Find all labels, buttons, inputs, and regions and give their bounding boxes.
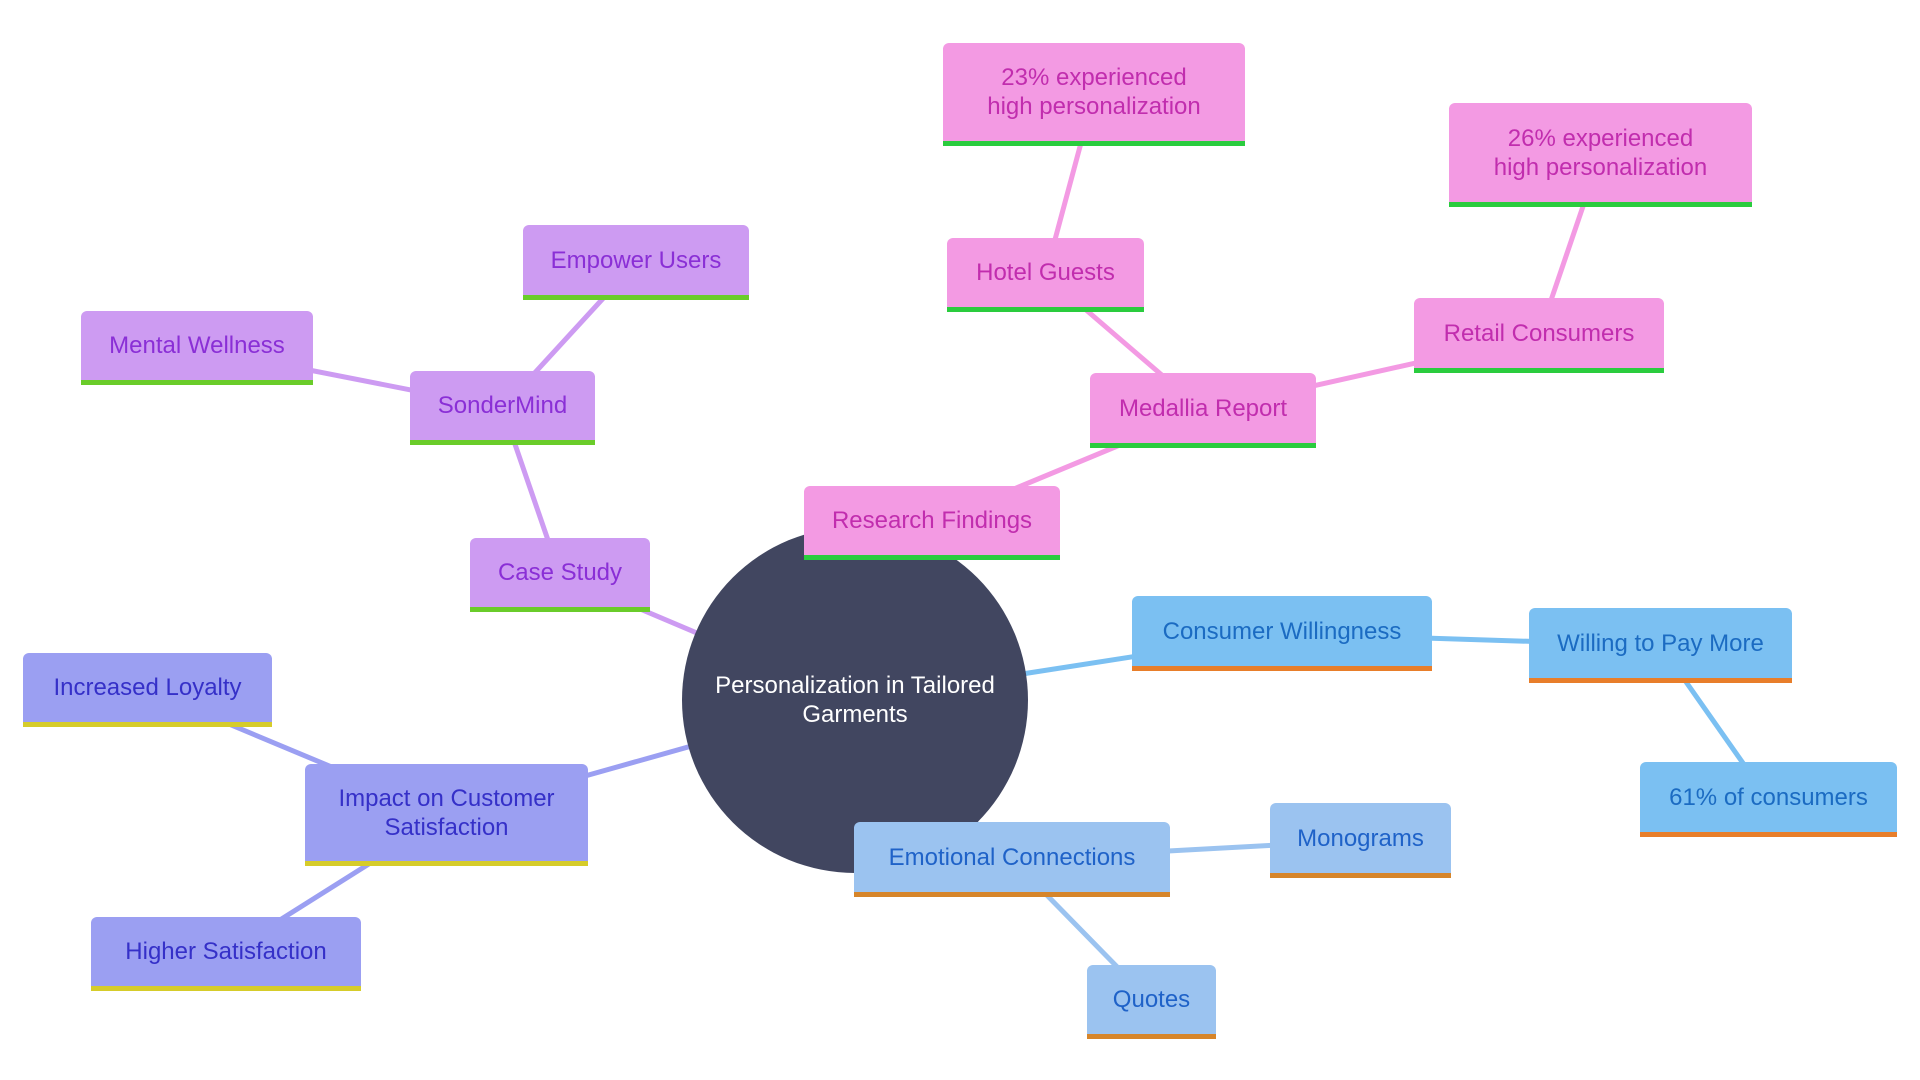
node-label: Impact on Customer Satisfaction: [338, 784, 555, 841]
node-hotel-guests-stat[interactable]: 23% experienced high personalization: [943, 43, 1245, 146]
node-label: 23% experienced high personalization: [987, 64, 1201, 120]
node-61-percent-of-consumers[interactable]: 61% of consumers: [1640, 762, 1897, 837]
node-label: Mental Wellness: [109, 332, 285, 359]
node-consumer-willingness[interactable]: Consumer Willingness: [1132, 596, 1432, 671]
node-retail-consumers[interactable]: Retail Consumers: [1414, 298, 1664, 373]
node-label: Monograms: [1297, 824, 1424, 852]
node-label: 61% of consumers: [1669, 783, 1868, 811]
node-empower-users[interactable]: Empower Users: [523, 225, 749, 300]
node-willing-to-pay-more[interactable]: Willing to Pay More: [1529, 608, 1792, 683]
node-monograms[interactable]: Monograms: [1270, 803, 1451, 878]
node-impact-on-customer-satisfaction[interactable]: Impact on Customer Satisfaction: [305, 764, 588, 866]
node-label: 26% experienced high personalization: [1493, 124, 1708, 181]
node-label: Emotional Connections: [888, 843, 1136, 871]
node-emotional-connections[interactable]: Emotional Connections: [854, 822, 1170, 897]
node-label: SonderMind: [437, 392, 568, 419]
node-label: Retail Consumers: [1443, 319, 1635, 347]
node-increased-loyalty[interactable]: Increased Loyalty: [23, 653, 272, 727]
root-node-label: Personalization in Tailored Garments: [715, 672, 995, 728]
node-label: Quotes: [1112, 986, 1191, 1013]
node-mental-wellness[interactable]: Mental Wellness: [81, 311, 313, 385]
node-label: Higher Satisfaction: [125, 938, 327, 965]
node-research-findings[interactable]: Research Findings: [804, 486, 1060, 560]
node-label: Case Study: [497, 559, 623, 586]
node-higher-satisfaction[interactable]: Higher Satisfaction: [91, 917, 361, 991]
mindmap-canvas: Personalization in Tailored Garments Res…: [0, 0, 1920, 1080]
node-label: Increased Loyalty: [53, 674, 242, 701]
node-label: Willing to Pay More: [1557, 629, 1764, 657]
node-hotel-guests[interactable]: Hotel Guests: [947, 238, 1144, 312]
node-case-study[interactable]: Case Study: [470, 538, 650, 612]
node-label: Research Findings: [831, 507, 1033, 534]
node-label: Medallia Report: [1118, 394, 1288, 422]
node-label: Empower Users: [550, 246, 722, 274]
node-quotes[interactable]: Quotes: [1087, 965, 1216, 1039]
node-label: Consumer Willingness: [1162, 617, 1402, 645]
node-sondermind[interactable]: SonderMind: [410, 371, 595, 445]
node-retail-consumers-stat[interactable]: 26% experienced high personalization: [1449, 103, 1752, 207]
node-medallia-report[interactable]: Medallia Report: [1090, 373, 1316, 448]
node-label: Hotel Guests: [976, 259, 1115, 286]
